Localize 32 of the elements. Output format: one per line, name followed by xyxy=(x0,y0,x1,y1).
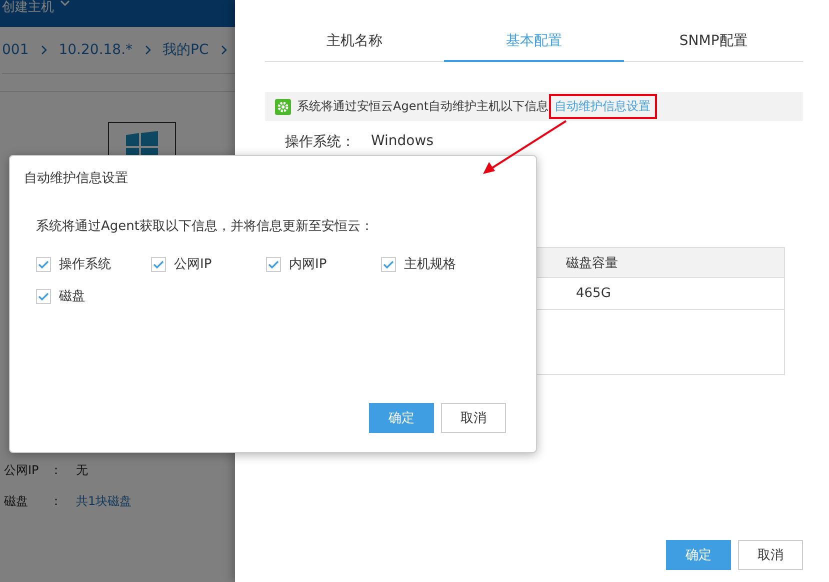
checkbox[interactable] xyxy=(381,256,396,272)
info-label: 公网IP xyxy=(4,462,40,479)
option-checkbox[interactable]: 公网IP xyxy=(151,255,266,273)
chevron-icon xyxy=(40,45,47,55)
colon: ： xyxy=(50,493,62,510)
cancel-button[interactable]: 取消 xyxy=(738,540,803,570)
option-checkbox[interactable]: 内网IP xyxy=(266,255,381,273)
tab[interactable]: 主机名称 xyxy=(265,22,444,62)
checkbox[interactable] xyxy=(266,256,281,272)
notice-text: 系统将通过安恒云Agent自动维护主机以下信息 xyxy=(297,98,549,115)
dialog-description: 系统将通过Agent获取以下信息，并将信息更新至安恒云： xyxy=(36,218,374,235)
gear-icon xyxy=(275,98,291,114)
dialog-title: 自动维护信息设置 xyxy=(24,170,129,187)
info-value: 无 xyxy=(76,462,88,479)
cancel-button[interactable]: 取消 xyxy=(441,403,506,433)
table-cell: 465G xyxy=(538,278,784,310)
os-label: 操作系统： xyxy=(285,133,355,151)
os-value: Windows xyxy=(371,133,434,151)
colon: ： xyxy=(50,462,62,479)
checkbox[interactable] xyxy=(36,256,51,272)
option-checkbox[interactable]: 主机规格 xyxy=(381,255,496,273)
checkbox[interactable] xyxy=(36,288,51,304)
option-checkbox[interactable]: 操作系统 xyxy=(36,255,151,273)
info-label: 磁盘 xyxy=(4,493,29,510)
page-title: 创建主机 xyxy=(2,1,54,15)
tab[interactable]: SNMP配置 xyxy=(624,22,803,62)
option-checkbox[interactable]: 磁盘 xyxy=(36,287,151,305)
column-header: 磁盘容量 xyxy=(538,248,784,278)
chevron-icon xyxy=(144,45,151,55)
checkbox[interactable] xyxy=(151,256,166,272)
caret-icon xyxy=(60,0,70,8)
chevron-icon xyxy=(220,45,227,55)
